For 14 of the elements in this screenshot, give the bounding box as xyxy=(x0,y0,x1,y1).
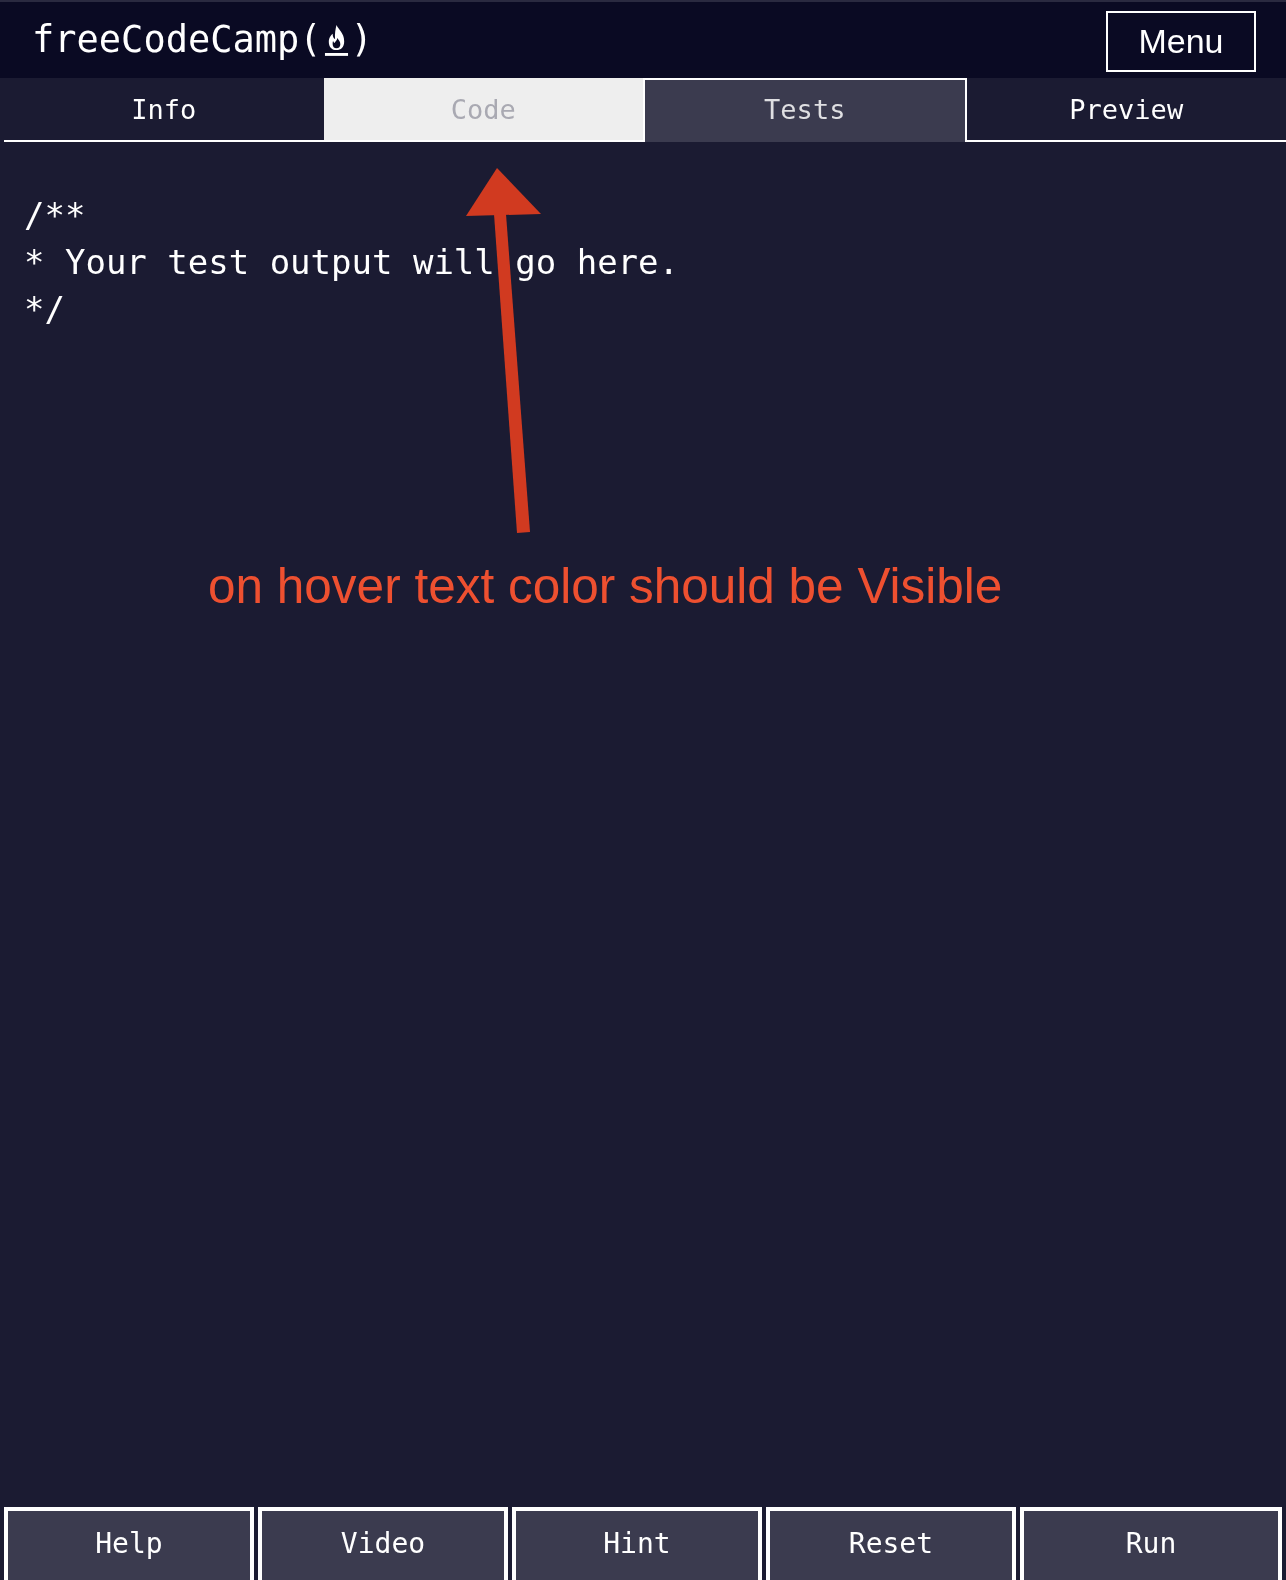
tab[interactable]: Tests xyxy=(643,78,967,142)
action-button[interactable]: Hint xyxy=(511,1507,762,1580)
code-line: * Your test output will go here. xyxy=(24,241,680,284)
logo-text: freeCodeCamp( xyxy=(32,19,322,61)
action-button[interactable]: Help xyxy=(4,1507,254,1580)
annotation-text: on hover text color should be Visible xyxy=(208,558,1003,614)
logo-text: ) xyxy=(350,19,373,61)
code-line: */ xyxy=(24,288,65,331)
action-button[interactable]: Run xyxy=(1019,1507,1282,1580)
flame-icon xyxy=(323,22,349,58)
menu-button[interactable]: Menu xyxy=(1106,10,1256,72)
action-button[interactable]: Reset xyxy=(765,1507,1016,1580)
action-button[interactable]: Video xyxy=(258,1507,508,1580)
code-line: /** xyxy=(24,194,86,237)
